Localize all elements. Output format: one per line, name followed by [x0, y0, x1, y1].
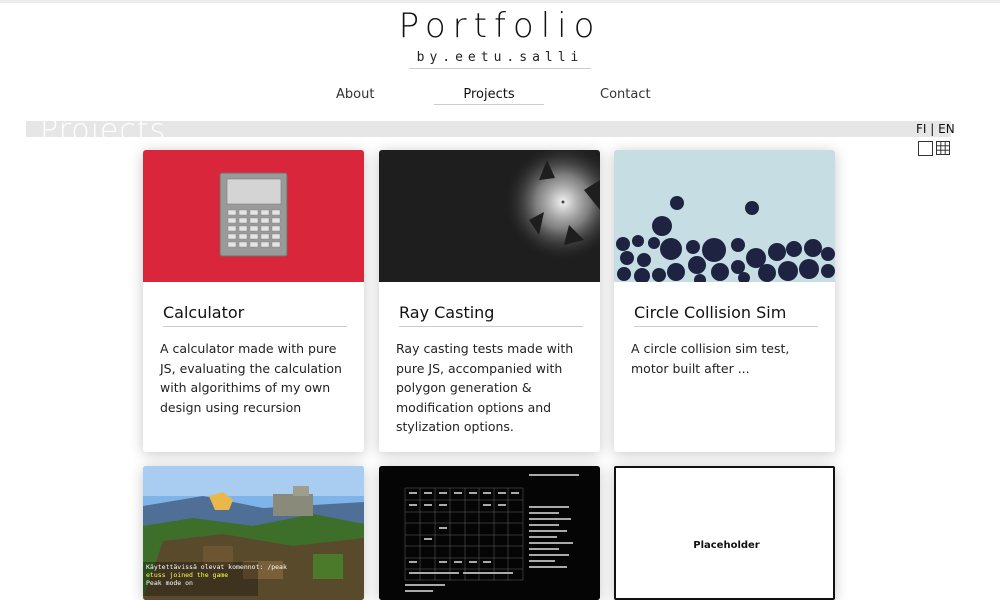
project-card-circle-collision[interactable]: Circle Collision Sim A circle collision … — [614, 150, 835, 452]
lang-en[interactable]: EN — [938, 122, 955, 136]
site-header: Portfolio by.eetu.salli — [0, 6, 1000, 69]
main-nav: About Projects Contact — [0, 87, 1000, 107]
section-title: Projects — [40, 121, 166, 137]
project-card-minecraft[interactable]: Käytettävissä olevat komennot: /peak etu… — [143, 466, 364, 600]
card-description: Ray casting tests made with pure JS, acc… — [396, 341, 574, 434]
calculator-icon — [219, 172, 288, 257]
nav-about[interactable]: About — [336, 87, 374, 102]
chat-line: Peak mode on — [146, 579, 193, 587]
lang-separator: | — [930, 122, 935, 136]
chat-line: etuss joined the game — [146, 571, 229, 579]
language-switcher: FI | EN — [916, 122, 955, 136]
project-card-terminal[interactable] — [379, 466, 600, 600]
card-title: Ray Casting — [399, 303, 583, 327]
chat-line: Käytettävissä olevat komennot: /peak — [146, 563, 287, 571]
game-chat: Käytettävissä olevat komennot: /peak etu… — [146, 563, 287, 587]
nav-projects[interactable]: Projects — [434, 87, 544, 105]
lang-fi[interactable]: FI — [916, 122, 926, 136]
circles-thumbnail — [614, 150, 835, 282]
section-header-bar: Projects — [26, 121, 951, 137]
project-card-ray-casting[interactable]: Ray Casting Ray casting tests made with … — [379, 150, 600, 452]
square-icon[interactable] — [918, 141, 933, 156]
card-description: A circle collision sim test, motor built… — [631, 341, 790, 376]
raycast-light-icon — [503, 150, 600, 262]
card-title: Circle Collision Sim — [634, 303, 818, 327]
nav-contact[interactable]: Contact — [600, 87, 651, 102]
calculator-thumbnail — [143, 150, 364, 282]
top-border — [0, 0, 1000, 3]
site-title[interactable]: Portfolio — [0, 6, 1000, 46]
project-card-placeholder[interactable]: Placeholder — [614, 466, 835, 600]
circles-icon — [616, 196, 835, 282]
site-subtitle: by.eetu.salli — [408, 50, 592, 69]
project-card-calculator[interactable]: Calculator A calculator made with pure J… — [143, 150, 364, 452]
terminal-grid-thumbnail — [379, 466, 600, 600]
card-description: A calculator made with pure JS, evaluati… — [160, 341, 342, 415]
grid-icon[interactable] — [936, 141, 950, 155]
raycasting-thumbnail — [379, 150, 600, 282]
placeholder-label: Placeholder — [693, 540, 760, 551]
card-title: Calculator — [163, 303, 347, 327]
